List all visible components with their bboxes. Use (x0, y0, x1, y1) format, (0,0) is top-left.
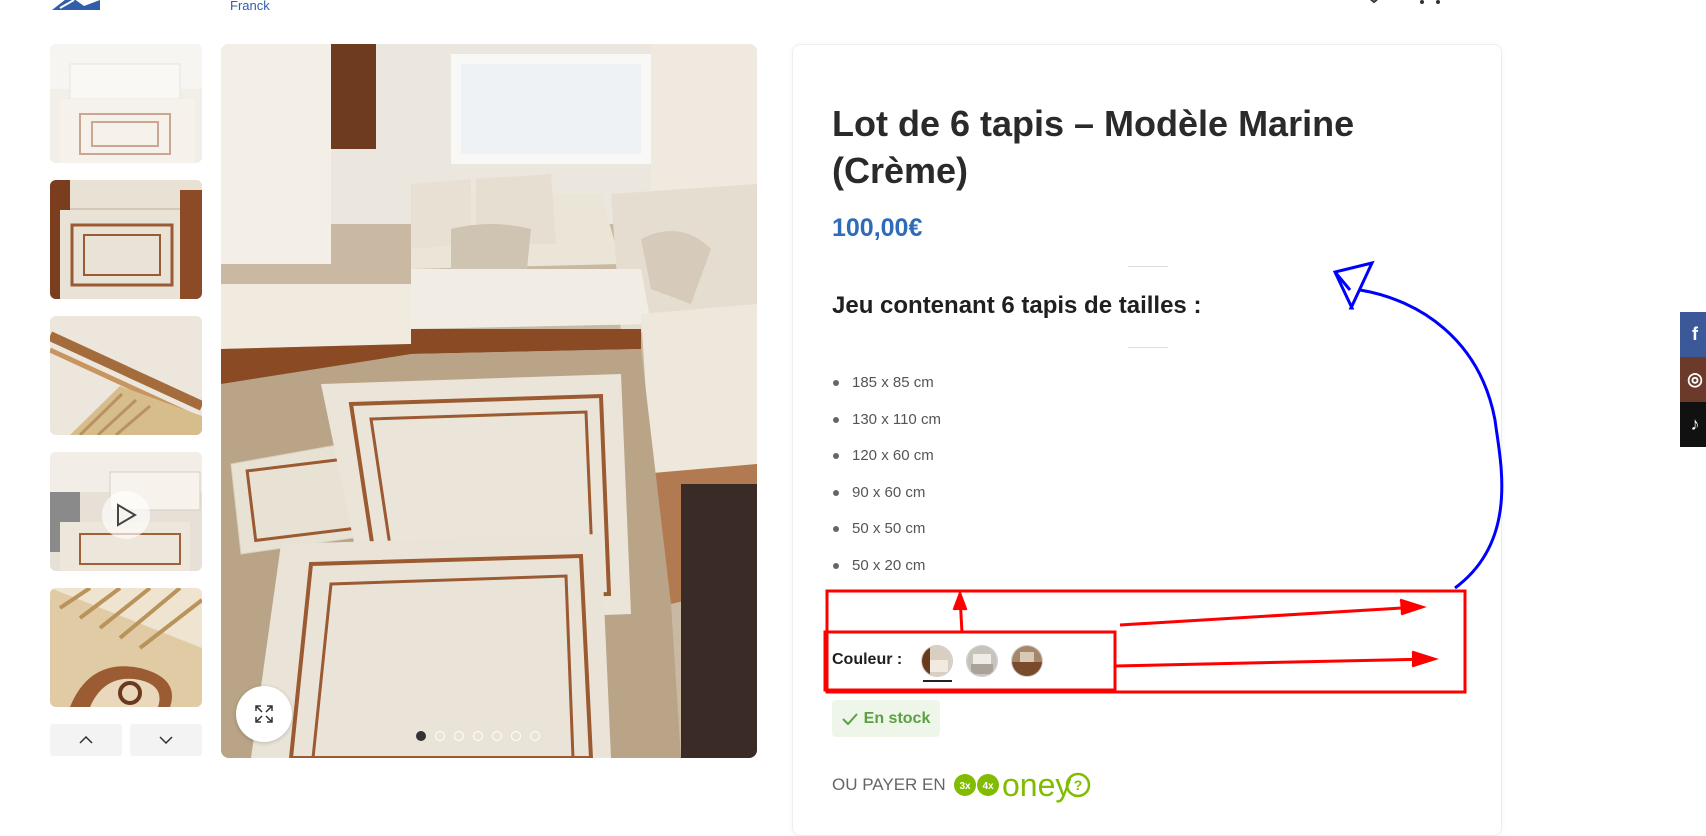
expand-icon (255, 705, 273, 723)
swatch-creme[interactable] (922, 646, 952, 676)
zoom-button[interactable] (236, 686, 292, 742)
thumbs-up-button[interactable] (50, 724, 122, 756)
divider (1128, 266, 1168, 267)
cart-icon[interactable] (1410, 0, 1460, 4)
product-price: 100,00€ (832, 214, 923, 242)
size-list: 185 x 85 cm 130 x 110 cm 120 x 60 cm 90 … (832, 373, 941, 592)
oney-brand: oney (1002, 767, 1071, 803)
thumbs-down-button[interactable] (130, 724, 202, 756)
thumb-rug-closeup[interactable] (50, 316, 202, 435)
divider (1128, 347, 1168, 348)
swatch-brown[interactable] (1012, 646, 1042, 676)
thumb-rug-lounge[interactable] (50, 44, 202, 163)
thumb-rug-room[interactable] (50, 180, 202, 299)
thumb-video[interactable] (50, 452, 202, 571)
facebook-icon[interactable]: f (1680, 312, 1706, 357)
play-icon[interactable] (102, 491, 150, 539)
logo-subtitle: Franck (230, 0, 270, 13)
selected-swatch-indicator (923, 680, 952, 682)
list-item: 120 x 60 cm (832, 446, 941, 483)
chevron-down-icon (159, 736, 173, 744)
payment-option-4x: 4x (982, 781, 994, 792)
stock-badge: En stock (832, 700, 940, 737)
tiktok-icon[interactable]: ♪ (1680, 402, 1706, 447)
slide-dot[interactable] (435, 731, 445, 741)
color-label: Couleur : (832, 651, 903, 668)
slide-dot[interactable] (454, 731, 464, 741)
list-item: 185 x 85 cm (832, 373, 941, 410)
payment-option-3x: 3x (959, 781, 971, 792)
chevron-up-icon (79, 736, 93, 744)
list-item: 50 x 20 cm (832, 556, 941, 593)
oney-logo[interactable]: 3x 4x oney ? (952, 766, 1092, 804)
product-subtitle: Jeu contenant 6 tapis de tailles : (832, 292, 1202, 319)
slide-dot[interactable] (473, 731, 483, 741)
check-icon (841, 712, 858, 725)
svg-text:?: ? (1074, 777, 1083, 793)
main-product-image[interactable] (221, 44, 757, 758)
product-title: Lot de 6 tapis – Modèle Marine (Crème) (832, 103, 1355, 191)
thumb-rug-detail[interactable] (50, 588, 202, 707)
stock-label: En stock (863, 709, 931, 727)
slide-dot[interactable] (530, 731, 540, 741)
slide-dot[interactable] (492, 731, 502, 741)
header-icons (1360, 0, 1460, 4)
swatch-grey[interactable] (967, 646, 997, 676)
slide-dot[interactable] (511, 731, 521, 741)
slide-pagination (416, 731, 540, 741)
list-item: 130 x 110 cm (832, 410, 941, 447)
instagram-icon[interactable]: ◎ (1680, 357, 1706, 402)
payment-label: OU PAYER EN (832, 775, 946, 794)
heart-icon[interactable] (1360, 0, 1388, 4)
logo-icon[interactable] (50, 0, 102, 12)
slide-dot[interactable] (416, 731, 426, 741)
list-item: 90 x 60 cm (832, 483, 941, 520)
list-item: 50 x 50 cm (832, 519, 941, 556)
